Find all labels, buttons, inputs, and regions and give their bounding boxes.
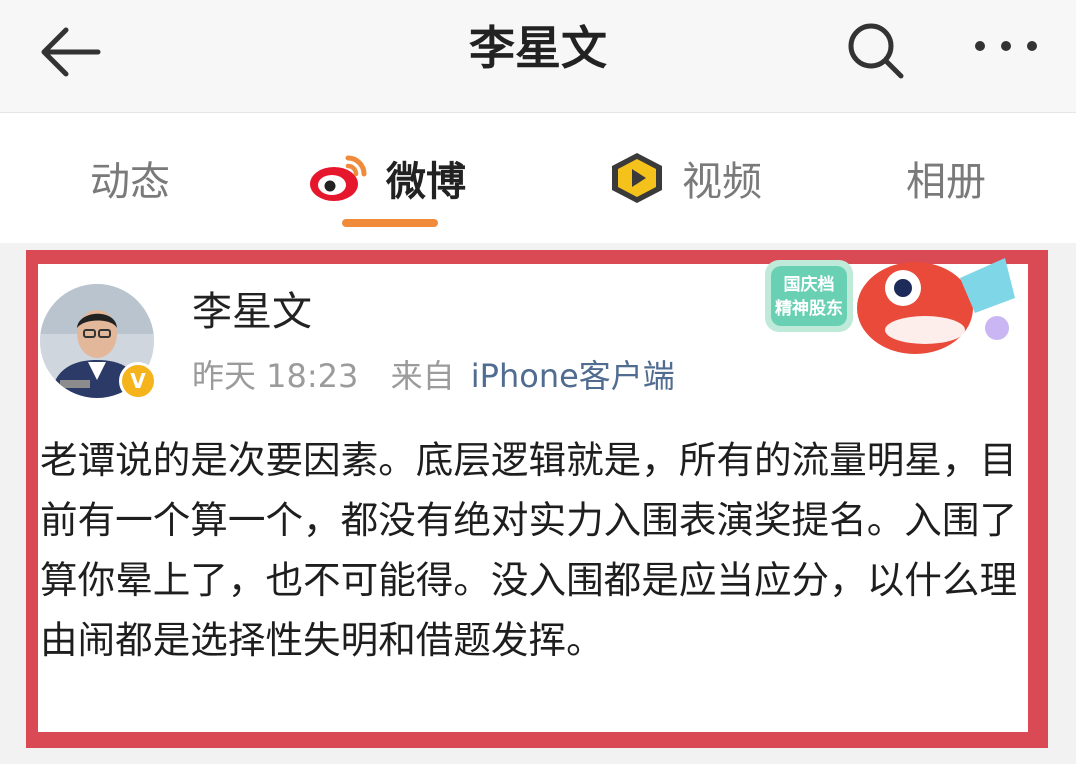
- more-button[interactable]: [966, 22, 1046, 72]
- back-button[interactable]: [36, 22, 106, 82]
- tab-label: 微博: [386, 159, 466, 205]
- more-horizontal-icon: [975, 41, 1037, 51]
- tab-label: 视频: [682, 159, 762, 205]
- post-time: 昨天 18:23: [192, 357, 359, 395]
- tab-video[interactable]: 视频: [606, 143, 762, 213]
- video-badge-icon: [612, 153, 662, 203]
- holiday-sticker: 国庆档 精神股东: [765, 238, 1030, 363]
- tab-weibo[interactable]: 微博: [308, 143, 466, 213]
- post-source-link[interactable]: iPhone客户端: [471, 357, 675, 395]
- post-meta: 昨天 18:23 来自 iPhone客户端: [192, 352, 675, 400]
- post-author-name[interactable]: 李星文: [192, 284, 312, 340]
- mascot-sticker-icon: 国庆档 精神股东: [765, 258, 1015, 354]
- active-tab-indicator: [342, 219, 438, 227]
- tab-label: 动态: [90, 159, 170, 205]
- sticker-line-2: 精神股东: [775, 298, 843, 319]
- top-nav-bar: 李星文: [0, 0, 1076, 113]
- weibo-logo-icon: [310, 155, 367, 201]
- post-body-text: 老谭说的是次要因素。底层逻辑就是，所有的流量明星，目前有一个算一个，都没有绝对实…: [40, 438, 1018, 662]
- arrow-left-icon: [41, 27, 101, 77]
- source-prefix: 来自: [390, 357, 455, 395]
- tab-dynamic[interactable]: 动态: [90, 143, 170, 213]
- verified-badge: V: [119, 362, 157, 400]
- tab-album[interactable]: 相册: [906, 143, 986, 213]
- sticker-line-1: 国庆档: [784, 274, 835, 295]
- page-title: 李星文: [469, 21, 607, 75]
- search-button[interactable]: [843, 18, 909, 84]
- profile-tabs: 动态 微博 视频 相册: [0, 113, 1076, 243]
- tab-label: 相册: [906, 159, 986, 205]
- search-icon: [848, 23, 904, 79]
